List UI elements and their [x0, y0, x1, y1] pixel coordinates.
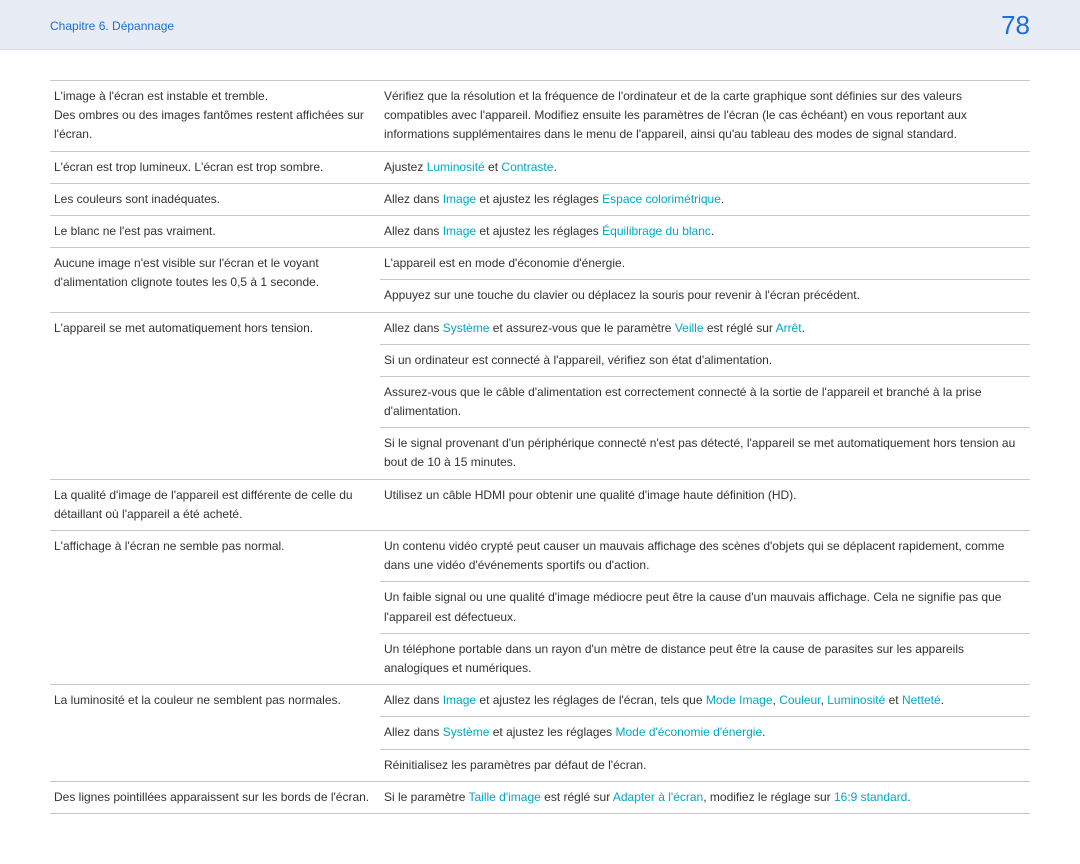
issue-cell: Le blanc ne l'est pas vraiment.: [50, 215, 380, 247]
solution-text: .: [941, 693, 944, 707]
solution-cell: Si le signal provenant d'un périphérique…: [380, 428, 1030, 479]
link-equilibrage-blanc[interactable]: Équilibrage du blanc: [602, 224, 711, 238]
solution-cell: Allez dans Système et assurez-vous que l…: [380, 312, 1030, 344]
solution-text: Allez dans: [384, 693, 443, 707]
issue-cell: Les couleurs sont inadéquates.: [50, 183, 380, 215]
solution-cell: Si un ordinateur est connecté à l'appare…: [380, 344, 1030, 376]
solution-cell: Réinitialisez les paramètres par défaut …: [380, 749, 1030, 781]
link-couleur[interactable]: Couleur: [779, 693, 820, 707]
table-row: L'affichage à l'écran ne semble pas norm…: [50, 531, 1030, 582]
solution-cell: Ajustez Luminosité et Contraste.: [380, 151, 1030, 183]
solution-text: et: [885, 693, 902, 707]
solution-text: Si le paramètre: [384, 790, 469, 804]
solution-cell: Allez dans Image et ajustez les réglages…: [380, 215, 1030, 247]
troubleshooting-table: L'image à l'écran est instable et trembl…: [50, 80, 1030, 814]
issue-cell: La luminosité et la couleur ne semblent …: [50, 685, 380, 782]
solution-text: , modifiez le réglage sur: [703, 790, 834, 804]
link-luminosite[interactable]: Luminosité: [427, 160, 485, 174]
solution-text: .: [711, 224, 714, 238]
table-row: Les couleurs sont inadéquates. Allez dan…: [50, 183, 1030, 215]
link-adapter-ecran[interactable]: Adapter à l'écran: [613, 790, 703, 804]
link-image[interactable]: Image: [443, 192, 476, 206]
solution-cell: Un téléphone portable dans un rayon d'un…: [380, 633, 1030, 684]
solution-cell: Si le paramètre Taille d'image est réglé…: [380, 781, 1030, 813]
table-row: La luminosité et la couleur ne semblent …: [50, 685, 1030, 717]
table-row: L'écran est trop lumineux. L'écran est t…: [50, 151, 1030, 183]
link-contraste[interactable]: Contraste: [501, 160, 553, 174]
solution-cell: Allez dans Image et ajustez les réglages…: [380, 183, 1030, 215]
solution-text: est réglé sur: [704, 321, 776, 335]
solution-cell: Allez dans Image et ajustez les réglages…: [380, 685, 1030, 717]
table-row: Des lignes pointillées apparaissent sur …: [50, 781, 1030, 813]
issue-cell: L'affichage à l'écran ne semble pas norm…: [50, 531, 380, 685]
solution-cell: Un contenu vidéo crypté peut causer un m…: [380, 531, 1030, 582]
issue-cell: L'image à l'écran est instable et trembl…: [50, 81, 380, 152]
solution-text: Allez dans: [384, 224, 443, 238]
link-169-standard[interactable]: 16:9 standard: [834, 790, 907, 804]
solution-text: et ajustez les réglages de l'écran, tels…: [476, 693, 706, 707]
solution-text: .: [907, 790, 910, 804]
link-image[interactable]: Image: [443, 224, 476, 238]
table-row: L'appareil se met automatiquement hors t…: [50, 312, 1030, 344]
issue-text: L'image à l'écran est instable et trembl…: [54, 87, 372, 106]
solution-text: et: [485, 160, 502, 174]
table-row: La qualité d'image de l'appareil est dif…: [50, 479, 1030, 530]
issue-cell: La qualité d'image de l'appareil est dif…: [50, 479, 380, 530]
page-header: Chapitre 6. Dépannage 78: [0, 0, 1080, 50]
link-espace-colorimetrique[interactable]: Espace colorimétrique: [602, 192, 721, 206]
solution-text: .: [802, 321, 805, 335]
troubleshooting-content: L'image à l'écran est instable et trembl…: [0, 50, 1080, 864]
link-mode-economie[interactable]: Mode d'économie d'énergie: [615, 725, 762, 739]
solution-text: Ajustez: [384, 160, 427, 174]
link-nettete[interactable]: Netteté: [902, 693, 941, 707]
solution-cell: Appuyez sur une touche du clavier ou dép…: [380, 280, 1030, 312]
link-systeme[interactable]: Système: [443, 725, 490, 739]
solution-cell: Assurez-vous que le câble d'alimentation…: [380, 376, 1030, 427]
solution-text: et assurez-vous que le paramètre: [489, 321, 674, 335]
issue-cell: L'écran est trop lumineux. L'écran est t…: [50, 151, 380, 183]
solution-cell: Allez dans Système et ajustez les réglag…: [380, 717, 1030, 749]
solution-cell: Un faible signal ou une qualité d'image …: [380, 582, 1030, 633]
solution-text: .: [553, 160, 556, 174]
table-row: Aucune image n'est visible sur l'écran e…: [50, 248, 1030, 280]
link-image[interactable]: Image: [443, 693, 476, 707]
page-number: 78: [1001, 10, 1030, 41]
link-luminosite[interactable]: Luminosité: [827, 693, 885, 707]
link-systeme[interactable]: Système: [443, 321, 490, 335]
link-veille[interactable]: Veille: [675, 321, 704, 335]
solution-text: et ajustez les réglages: [476, 192, 602, 206]
solution-cell: L'appareil est en mode d'économie d'éner…: [380, 248, 1030, 280]
chapter-title: Chapitre 6. Dépannage: [50, 19, 174, 33]
table-row: L'image à l'écran est instable et trembl…: [50, 81, 1030, 152]
solution-text: .: [762, 725, 765, 739]
solution-cell: Utilisez un câble HDMI pour obtenir une …: [380, 479, 1030, 530]
solution-text: Allez dans: [384, 725, 443, 739]
issue-cell: L'appareil se met automatiquement hors t…: [50, 312, 380, 479]
solution-text: .: [721, 192, 724, 206]
link-arret[interactable]: Arrêt: [776, 321, 802, 335]
solution-text: Allez dans: [384, 192, 443, 206]
table-row: Le blanc ne l'est pas vraiment. Allez da…: [50, 215, 1030, 247]
issue-cell: Des lignes pointillées apparaissent sur …: [50, 781, 380, 813]
link-mode-image[interactable]: Mode Image: [706, 693, 773, 707]
link-taille-image[interactable]: Taille d'image: [469, 790, 541, 804]
solution-text: et ajustez les réglages: [489, 725, 615, 739]
issue-text: Des ombres ou des images fantômes resten…: [54, 106, 372, 144]
solution-text: est réglé sur: [541, 790, 613, 804]
solution-text: et ajustez les réglages: [476, 224, 602, 238]
solution-cell: Vérifiez que la résolution et la fréquen…: [380, 81, 1030, 152]
solution-text: Allez dans: [384, 321, 443, 335]
issue-cell: Aucune image n'est visible sur l'écran e…: [50, 248, 380, 312]
